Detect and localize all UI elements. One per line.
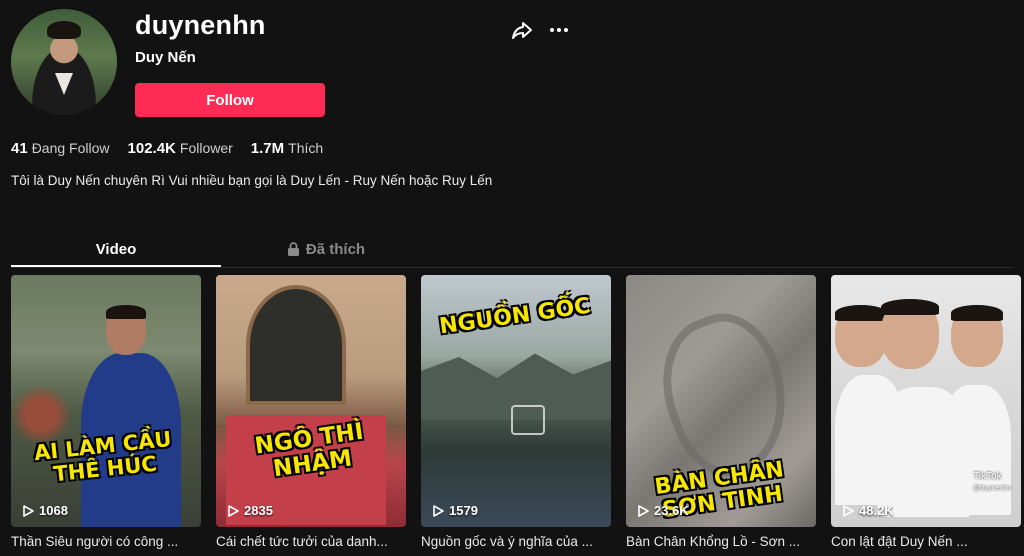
video-thumbnail[interactable]: TikTok @duynenhn 48.2K <box>831 275 1021 527</box>
video-thumbnail[interactable]: BÀN CHÂN SƠN TINH 23.6K <box>626 275 816 527</box>
stat-followers-value: 102.4K <box>127 140 176 157</box>
more-icon[interactable] <box>547 18 571 42</box>
tiktok-watermark: TikTok @duynenhn <box>973 471 1011 493</box>
video-card[interactable]: NGÔ THÌ NHẬM 2835 Cái chết tức tưởi của … <box>216 275 406 549</box>
video-caption[interactable]: Cái chết tức tưởi của danh... <box>216 534 406 549</box>
view-count-value: 1068 <box>39 503 68 518</box>
stat-following[interactable]: 41 Đang Follow <box>11 140 110 157</box>
play-icon <box>638 504 649 517</box>
profile-tabs: Video Đã thích <box>11 232 431 268</box>
bio: Tôi là Duy Nến chuyên Rì Vui nhiều bạn g… <box>11 173 493 188</box>
stat-followers-label: Follower <box>179 140 233 156</box>
tab-video[interactable]: Video <box>11 232 221 266</box>
video-card[interactable]: TikTok @duynenhn 48.2K Con lật đật Duy Nế… <box>831 275 1021 549</box>
video-caption[interactable]: Con lật đật Duy Nến ... <box>831 534 1021 549</box>
video-thumbnail[interactable]: NGÔ THÌ NHẬM 2835 <box>216 275 406 527</box>
stats-bar: 41 Đang Follow 102.4K Follower 1.7M Thích <box>11 140 323 157</box>
divider <box>11 267 1014 268</box>
video-card[interactable]: BÀN CHÂN SƠN TINH 23.6K Bàn Chân Khổng L… <box>626 275 816 549</box>
view-count: 1579 <box>433 503 478 518</box>
video-card[interactable]: AI LÀM CẦU THÊ HÚC 1068 Thần Siêu người … <box>11 275 201 549</box>
play-icon <box>843 504 854 517</box>
video-overlay-text: NGUỒN GỐC <box>437 293 592 340</box>
video-caption[interactable]: Nguồn gốc và ý nghĩa của ... <box>421 534 611 549</box>
play-icon <box>228 504 239 517</box>
share-icon[interactable] <box>510 18 534 42</box>
play-icon <box>23 504 34 517</box>
stat-following-value: 41 <box>11 140 28 157</box>
video-thumbnail[interactable]: NGUỒN GỐC 1579 <box>421 275 611 527</box>
watermark-handle: @duynenhn <box>973 485 1011 492</box>
video-thumbnail[interactable]: AI LÀM CẦU THÊ HÚC 1068 <box>11 275 201 527</box>
stat-following-label: Đang Follow <box>31 140 110 156</box>
video-caption[interactable]: Thần Siêu người có công ... <box>11 534 201 549</box>
view-count-value: 1579 <box>449 503 478 518</box>
nickname: Duy Nến <box>135 49 196 66</box>
follow-button[interactable]: Follow <box>135 83 325 117</box>
view-count: 2835 <box>228 503 273 518</box>
play-icon <box>433 504 444 517</box>
video-grid: AI LÀM CẦU THÊ HÚC 1068 Thần Siêu người … <box>11 275 1021 549</box>
lock-icon <box>287 242 299 256</box>
view-count-value: 23.6K <box>654 503 689 518</box>
tab-liked[interactable]: Đã thích <box>221 232 431 266</box>
stat-followers[interactable]: 102.4K Follower <box>128 140 233 157</box>
tab-liked-label: Đã thích <box>305 240 366 258</box>
stat-likes-value: 1.7M <box>250 140 285 157</box>
tab-video-label: Video <box>95 240 137 258</box>
username: duynenhn <box>135 10 266 40</box>
view-count-value: 2835 <box>244 503 273 518</box>
watermark-brand: TikTok <box>973 471 1002 482</box>
video-caption[interactable]: Bàn Chân Khổng Lồ - Sơn ... <box>626 534 816 549</box>
view-count: 1068 <box>23 503 68 518</box>
stat-likes: 1.7M Thích <box>251 140 323 157</box>
video-card[interactable]: NGUỒN GỐC 1579 Nguồn gốc và ý nghĩa của … <box>421 275 611 549</box>
view-count: 23.6K <box>638 503 689 518</box>
view-count-value: 48.2K <box>859 503 894 518</box>
stat-likes-label: Thích <box>288 140 324 156</box>
view-count: 48.2K <box>843 503 894 518</box>
avatar[interactable] <box>11 9 117 115</box>
